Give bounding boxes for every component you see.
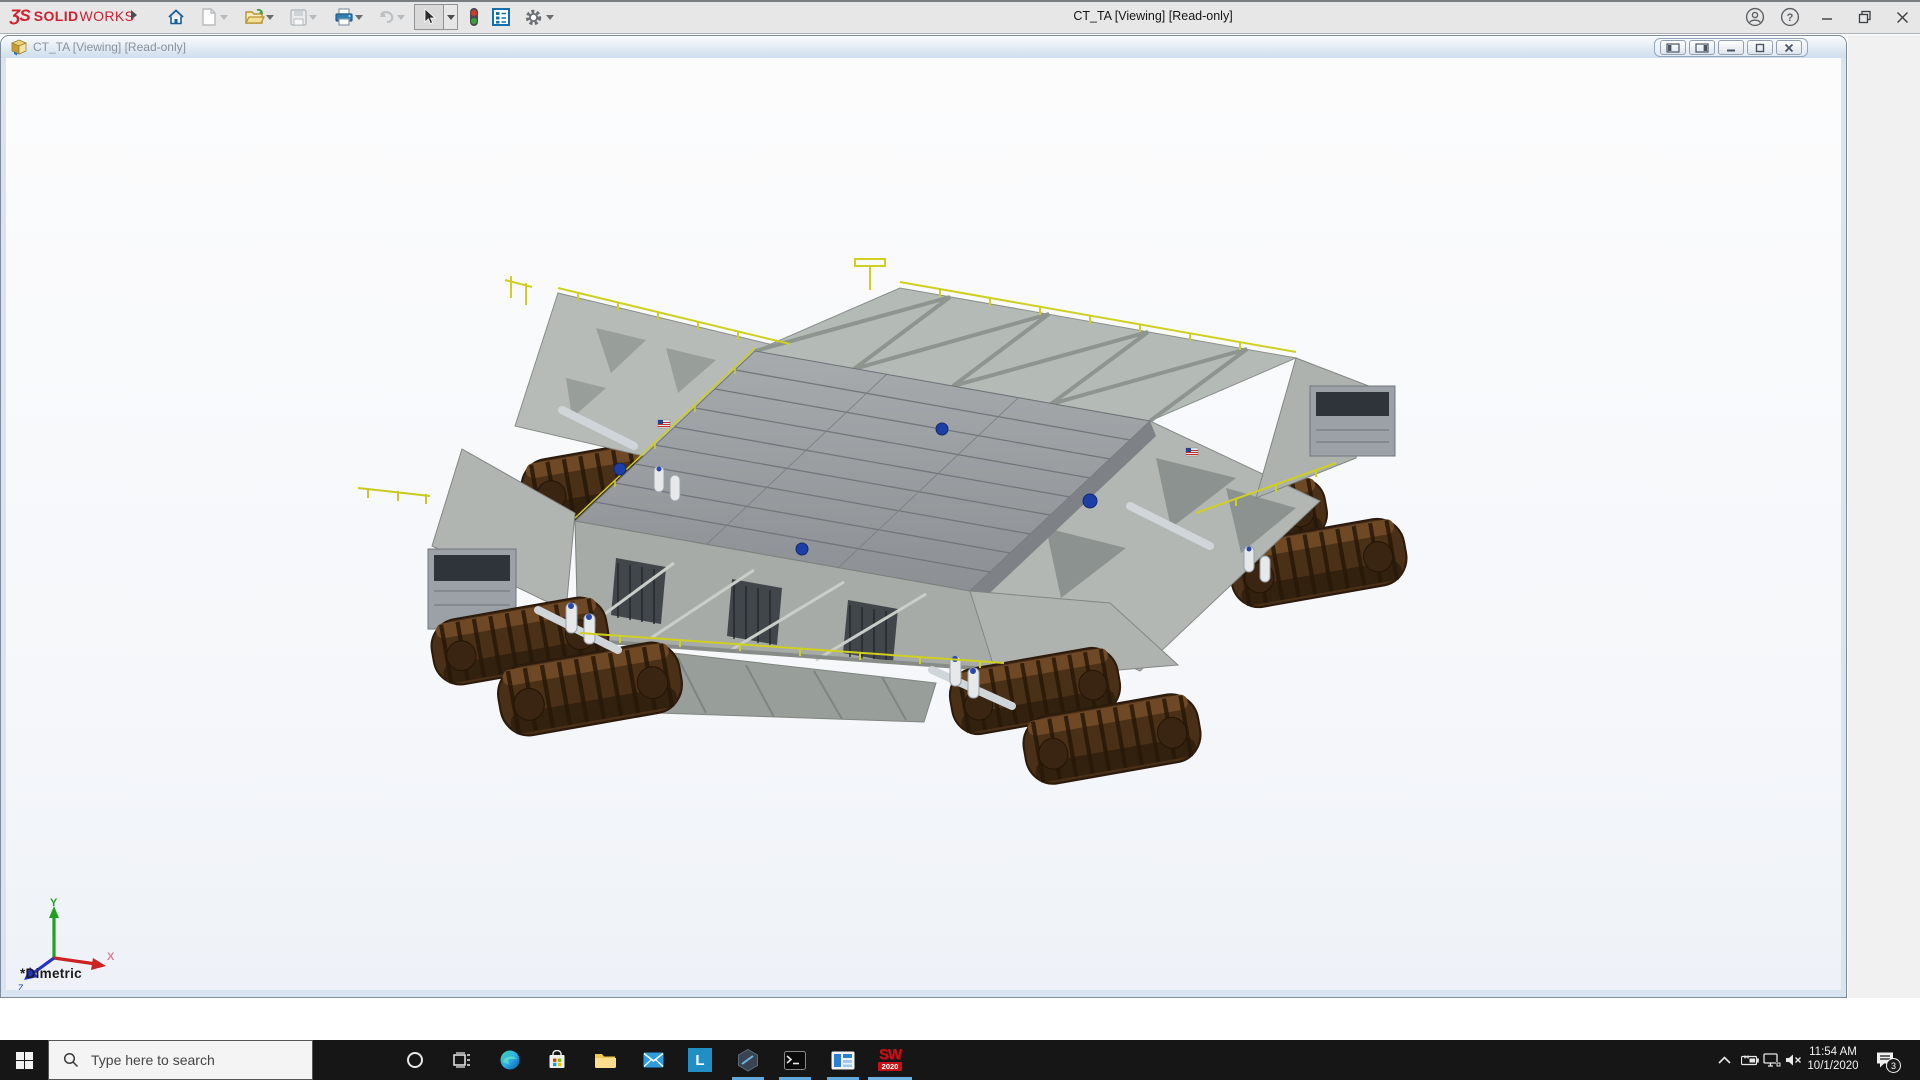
task-view-icon[interactable] — [438, 1040, 486, 1080]
account-icon[interactable] — [1742, 4, 1768, 30]
solidworks-logo: ƷS SOLIDWORKS — [10, 6, 134, 26]
tray-time: 11:54 AM — [1804, 1045, 1862, 1059]
hidden-icons-chevron[interactable] — [1712, 1040, 1736, 1080]
document-titlebar[interactable]: CT_TA [Viewing] [Read-only] — [1, 36, 1846, 58]
labview-icon[interactable]: L — [676, 1040, 724, 1080]
start-button[interactable] — [0, 1040, 48, 1080]
crawler-transporter-model — [6, 58, 1841, 990]
new-document-caret-icon[interactable] — [219, 13, 229, 21]
app-background-bottom — [0, 999, 1920, 1040]
expand-right-pane-button[interactable] — [1689, 40, 1715, 55]
performance-lights-icon[interactable] — [464, 7, 484, 27]
open-icon[interactable] — [245, 7, 265, 27]
battery-icon[interactable] — [1738, 1040, 1762, 1080]
clock[interactable]: 11:54 AM 10/1/2020 — [1804, 1045, 1862, 1073]
new-document-icon[interactable] — [199, 7, 219, 27]
sw-version-badge: 2020 — [878, 1062, 902, 1071]
select-tool-button[interactable] — [414, 4, 444, 30]
close-button[interactable] — [1889, 4, 1915, 30]
triad-x-label: X — [107, 951, 115, 963]
restore-button[interactable] — [1852, 4, 1878, 30]
print-caret-icon[interactable] — [354, 13, 364, 21]
document-window-buttons — [1654, 38, 1808, 57]
doc-minimize-button[interactable] — [1718, 40, 1744, 55]
mail-icon[interactable] — [629, 1040, 677, 1080]
document-window: CT_TA [Viewing] [Read-only] — [0, 35, 1847, 998]
options-caret-icon[interactable] — [545, 13, 555, 21]
file-explorer-icon[interactable] — [581, 1040, 629, 1080]
network-display-icon[interactable] — [1760, 1040, 1784, 1080]
view-orientation-label: *Dimetric — [20, 966, 82, 981]
doc-restore-button[interactable] — [1747, 40, 1773, 55]
save-icon[interactable] — [288, 7, 308, 27]
assembly-document-icon — [11, 39, 28, 56]
search-icon — [63, 1052, 79, 1068]
volume-muted-icon[interactable] — [1782, 1040, 1806, 1080]
collapse-left-pane-button[interactable] — [1660, 40, 1686, 55]
window-app-icon[interactable] — [819, 1040, 867, 1080]
hexagon-app-icon[interactable] — [724, 1040, 772, 1080]
open-caret-icon[interactable] — [265, 13, 275, 21]
undo-caret-icon[interactable] — [396, 13, 406, 21]
triad-z-label: Z — [18, 983, 24, 990]
search-input[interactable] — [89, 1051, 289, 1069]
app-titlebar: ƷS SOLIDWORKS — [0, 0, 1920, 34]
edge-icon[interactable] — [486, 1040, 534, 1080]
app-window-title: CT_TA [Viewing] [Read-only] — [1028, 9, 1278, 23]
minimize-button[interactable] — [1814, 4, 1840, 30]
solidworks-screen: ƷS SOLIDWORKS — [0, 0, 1920, 1080]
graphics-viewport[interactable]: Y X Z *Dimetric — [6, 58, 1841, 990]
logo-flyout-arrow-icon[interactable] — [131, 10, 137, 20]
taskbar-search[interactable] — [48, 1040, 313, 1080]
print-icon[interactable] — [334, 7, 354, 27]
window-top-edge — [0, 0, 1920, 2]
document-title: CT_TA [Viewing] [Read-only] — [33, 40, 186, 54]
windows-taskbar: L SW 2020 — [0, 1040, 1920, 1080]
help-icon[interactable]: ? — [1777, 4, 1803, 30]
solidworks-2020-icon[interactable]: SW 2020 — [866, 1040, 914, 1080]
brand-3ds-glyph: ƷS — [10, 6, 30, 26]
home-icon[interactable] — [166, 7, 186, 27]
select-tool-caret-icon[interactable] — [444, 4, 458, 30]
options-gear-icon[interactable] — [523, 7, 543, 27]
cortana-icon[interactable] — [391, 1040, 439, 1080]
store-icon[interactable] — [533, 1040, 581, 1080]
save-caret-icon[interactable] — [308, 13, 318, 21]
command-prompt-icon[interactable] — [771, 1040, 819, 1080]
doc-close-button[interactable] — [1776, 40, 1802, 55]
tray-date: 10/1/2020 — [1804, 1059, 1862, 1073]
app-background-right — [1848, 35, 1920, 998]
undo-icon[interactable] — [376, 7, 396, 27]
notification-count-badge: 3 — [1886, 1058, 1901, 1073]
report-table-icon[interactable] — [491, 7, 511, 27]
svg-text:?: ? — [1787, 12, 1794, 24]
triad-y-label: Y — [50, 898, 58, 909]
